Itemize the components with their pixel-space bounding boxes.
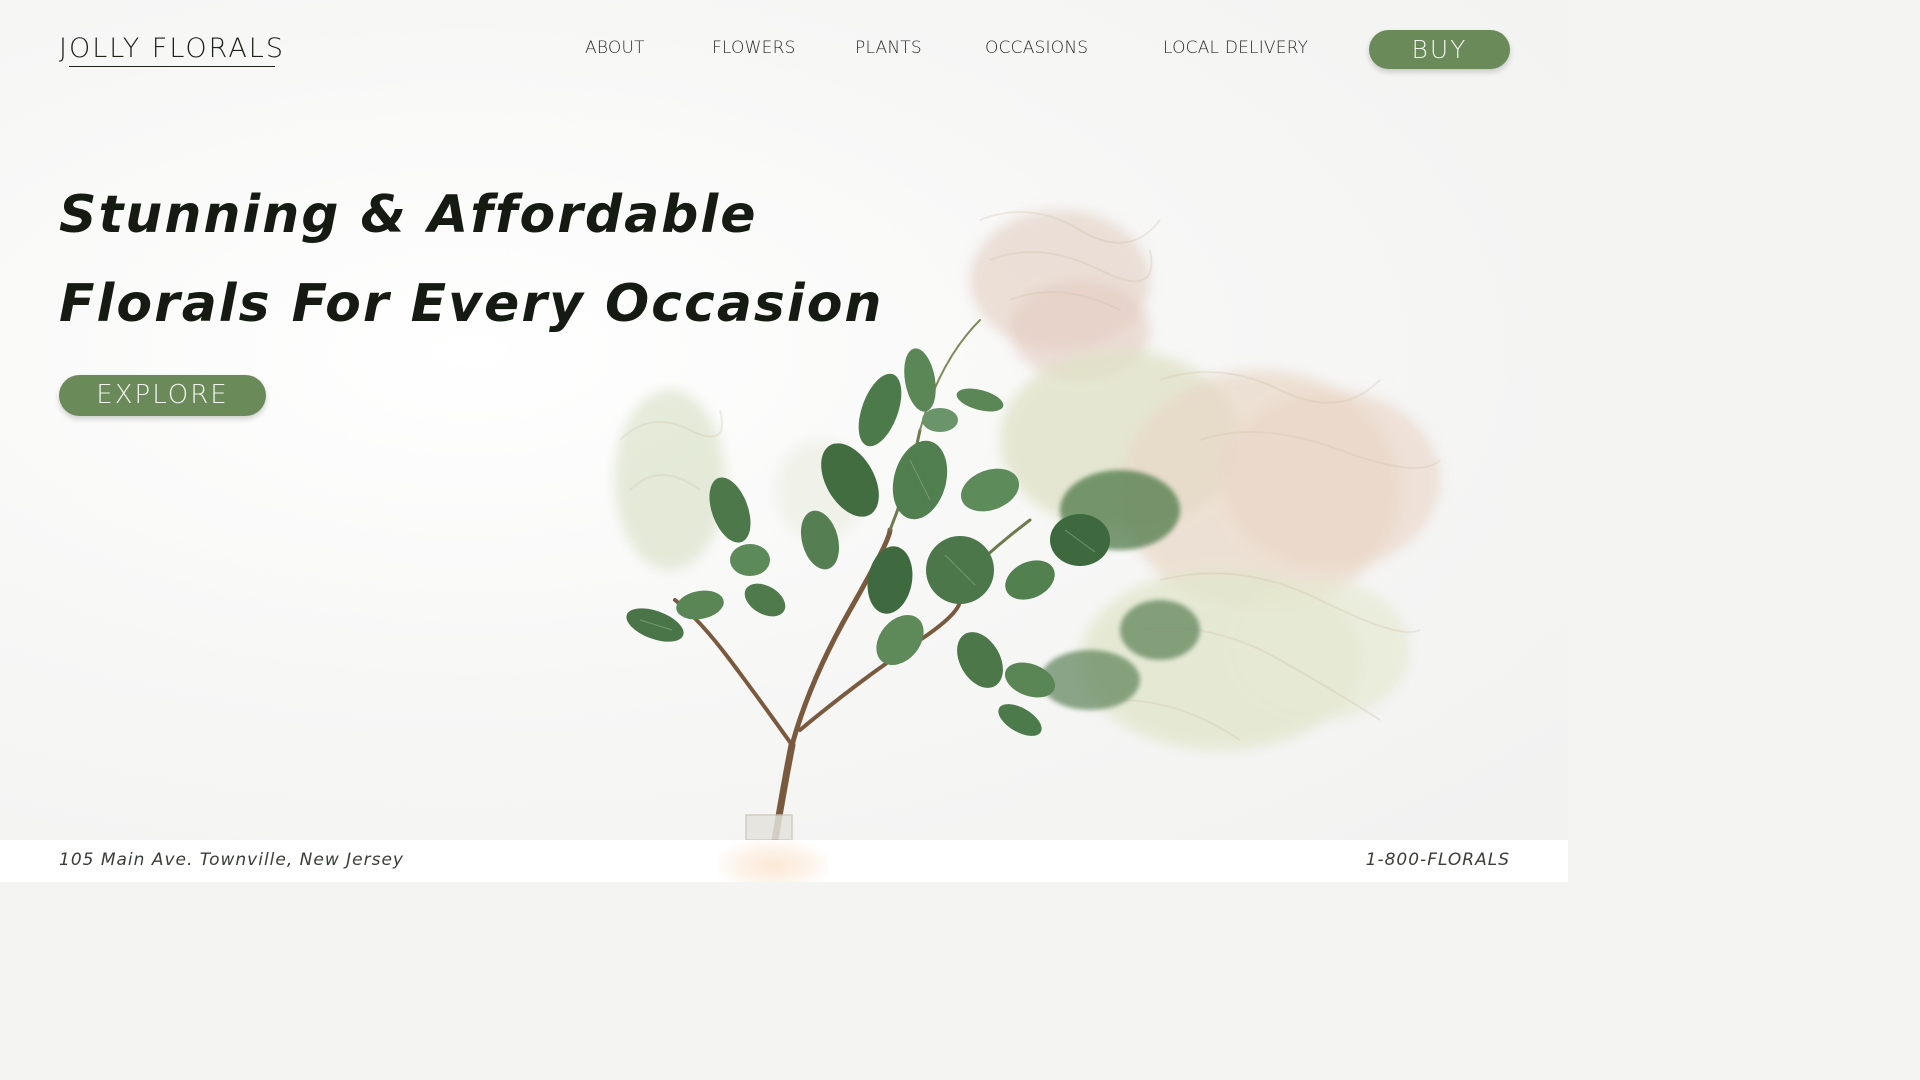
buy-button[interactable]: BUY xyxy=(1369,30,1510,69)
store-address: 105 Main Ave. Townville, New Jersey xyxy=(59,850,404,870)
hero-headline-line-1: Stunning & Affordable xyxy=(59,185,758,245)
phone-number[interactable]: 1-800-FLORALS xyxy=(1366,849,1510,871)
vase-glow xyxy=(718,840,828,882)
nav-item-local-delivery[interactable]: LOCAL DELIVERY xyxy=(1163,37,1308,59)
smoke-bush-branch-illustration xyxy=(615,210,1441,840)
nav-item-plants[interactable]: PLANTS xyxy=(855,37,922,59)
explore-button[interactable]: EXPLORE xyxy=(59,375,266,416)
landing-page: JOLLY FLORALS ABOUT FLOWERS PLANTS OCCAS… xyxy=(0,0,1568,882)
nav-item-flowers[interactable]: FLOWERS xyxy=(712,37,796,59)
nav-item-occasions[interactable]: OCCASIONS xyxy=(985,37,1088,59)
brand-logo[interactable]: JOLLY FLORALS xyxy=(59,32,285,66)
logo-underline xyxy=(69,66,275,67)
nav-item-about[interactable]: ABOUT xyxy=(585,37,645,59)
footer-bar: 105 Main Ave. Townville, New Jersey 1-80… xyxy=(0,840,1568,882)
hero-headline-line-2: Florals For Every Occasion xyxy=(59,274,884,334)
vase-neck xyxy=(745,814,793,840)
